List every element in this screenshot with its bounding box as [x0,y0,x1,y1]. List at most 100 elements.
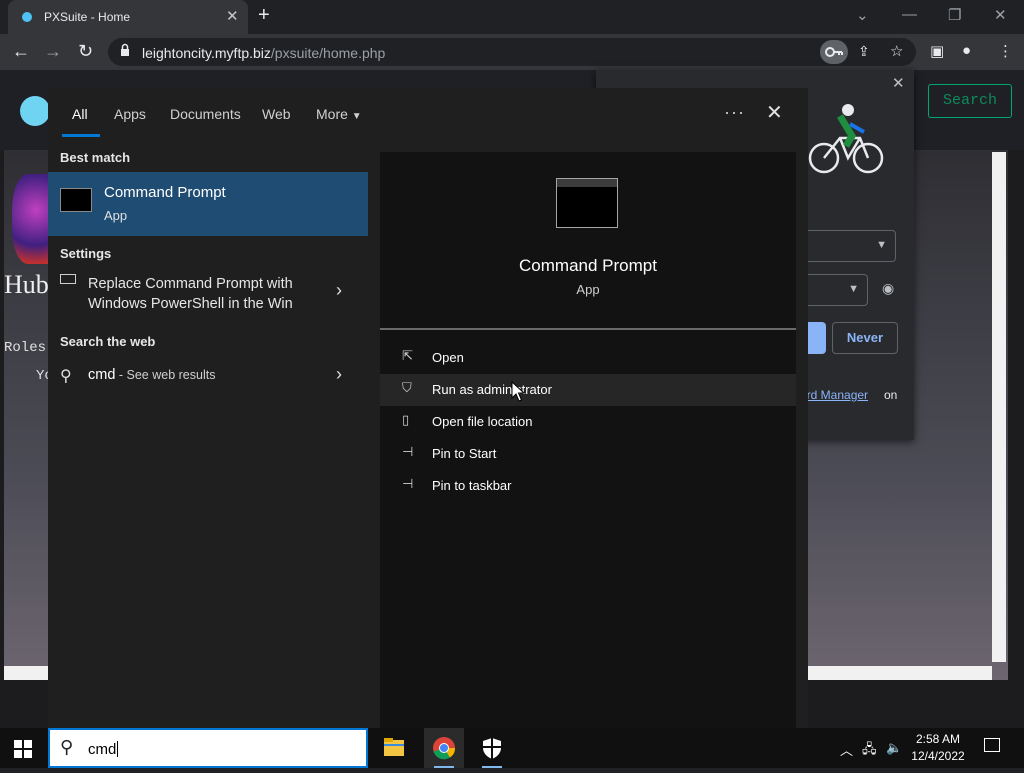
command-prompt-icon [60,188,92,212]
popup-on-text: on [884,388,898,402]
site-logo [20,96,50,126]
action-pin-to-start[interactable]: ⊣ Pin to Start [380,438,796,470]
search-close-icon[interactable]: ✕ [766,100,783,125]
network-icon[interactable]: 🖧 [862,740,877,762]
page-hub-heading: Hub [4,270,49,299]
detail-title: Command Prompt [519,256,657,275]
notification-center-icon[interactable] [984,738,1000,752]
password-manager-link[interactable]: ord Manager [800,388,868,402]
search-web-heading: Search the web [60,334,156,349]
mouse-cursor-icon [511,381,525,402]
search-icon: ⚲ [60,368,72,385]
pin-icon: ⊣ [402,444,414,459]
address-bar[interactable]: leightoncity.myftp.biz/pxsuite/home.php … [108,38,916,66]
side-panel-icon[interactable]: ▣ [930,42,944,60]
shield-icon: ⛉ [402,380,412,395]
browser-menu-icon[interactable]: ⋮ [998,42,1013,60]
browser-toolbar: ← → ↻ leightoncity.myftp.biz/pxsuite/hom… [0,34,1024,70]
file-explorer-icon[interactable] [374,728,414,768]
web-search-result[interactable]: ⚲ cmd - See web results › [48,360,368,392]
text-caret [117,741,119,757]
browser-tabstrip: PXSuite - Home ✕ + ⌄ — ❐ ✕ [0,0,1024,34]
best-match-title: Command Prompt [104,184,226,201]
tab-more-label: More [316,106,348,122]
search-results-list: Best match Command Prompt App Settings R… [48,140,368,728]
popup-close-icon[interactable]: ✕ [892,74,905,92]
windows-security-icon[interactable] [472,728,512,768]
more-options-icon[interactable]: ··· [724,102,745,123]
search-query: cmd [88,741,117,758]
action-label: Pin to taskbar [432,478,512,493]
page-vertical-scrollbar[interactable] [992,152,1006,662]
windows-search-panel: All Apps Documents Web More ▼ ··· ✕ Best… [48,88,808,728]
setting-item-label: Replace Command Prompt with Windows Powe… [88,276,293,312]
search-icon: ⚲ [60,737,74,757]
dropdown-arrow-icon: ▼ [848,283,859,295]
active-tab-indicator [62,134,100,137]
pin-icon: ⊣ [402,476,414,491]
tab-more[interactable]: More ▼ [316,106,362,122]
web-query-text: cmd - See web results [88,367,215,383]
action-label: Open file location [432,414,533,429]
open-icon: ⇱ [402,348,413,363]
tab-title: PXSuite - Home [44,10,131,24]
taskbar: ⚲ cmd ︿ 🖧 🔈 2:58 AM 12/4/2022 [0,728,1024,768]
best-match-heading: Best match [60,150,131,165]
action-open-file-location[interactable]: ▯ Open file location [380,406,796,438]
chevron-right-icon: › [336,280,342,300]
detail-subtitle: App [576,282,600,297]
volume-icon[interactable]: 🔈 [886,740,902,756]
clock-date[interactable]: 12/4/2022 [908,749,968,763]
tab-all[interactable]: All [72,106,88,122]
profile-avatar-icon[interactable]: ● [962,42,971,59]
display-settings-icon [60,274,76,284]
detail-divider [380,328,796,330]
tab-close-icon[interactable]: ✕ [226,7,239,25]
page-avatar-image [12,174,52,264]
search-detail-pane: Command Prompt App ⇱ Open ⛉ Run as admin… [380,152,796,728]
action-label: Pin to Start [432,446,497,461]
cyclist-illustration [808,104,884,174]
search-tabs: All Apps Documents Web More ▼ ··· ✕ [48,88,808,140]
chrome-icon[interactable] [424,728,464,768]
web-suffix: - See web results [115,368,216,382]
back-icon[interactable]: ← [12,41,30,62]
forward-icon[interactable]: → [44,41,62,62]
chevron-right-icon: › [336,364,342,384]
action-pin-to-taskbar[interactable]: ⊣ Pin to taskbar [380,470,796,502]
url-path: /pxsuite/home.php [270,45,386,61]
best-match-command-prompt[interactable]: Command Prompt App [48,172,368,236]
command-prompt-large-icon [556,178,618,228]
bookmark-star-icon[interactable]: ☆ [890,42,903,60]
page-search-button[interactable]: Search [928,84,1012,118]
new-tab-icon[interactable]: + [258,4,270,27]
url-text: leightoncity.myftp.biz/pxsuite/home.php [142,45,385,61]
window-close-icon[interactable]: ✕ [994,6,1007,24]
show-password-eye-icon[interactable]: ◉ [882,280,894,297]
action-run-as-administrator[interactable]: ⛉ Run as administrator [380,374,796,406]
setting-replace-powershell[interactable]: Replace Command Prompt with Windows Powe… [48,268,368,320]
settings-heading: Settings [60,246,112,261]
password-key-icon[interactable] [820,40,848,64]
reload-icon[interactable]: ↻ [78,41,93,62]
windows-start-icon[interactable] [14,740,32,758]
clock-time[interactable]: 2:58 AM [908,732,968,746]
page-roles-text: Roles [4,340,47,356]
action-label: Open [432,350,464,365]
tab-documents[interactable]: Documents [170,106,241,122]
file-location-icon: ▯ [402,412,410,427]
taskbar-search-input[interactable]: ⚲ cmd [48,728,368,768]
web-query: cmd [88,367,116,383]
chevron-up-icon[interactable]: ︿ [840,740,853,759]
tab-web[interactable]: Web [262,106,291,122]
tab-search-icon[interactable]: ⌄ [856,6,869,24]
browser-tab[interactable]: PXSuite - Home ✕ [8,0,248,34]
restore-icon[interactable]: ❐ [948,6,961,24]
url-host: leightoncity.myftp.biz [142,45,271,61]
action-open[interactable]: ⇱ Open [380,342,796,374]
lock-icon [121,43,129,56]
tab-apps[interactable]: Apps [114,106,146,122]
never-button[interactable]: Never [832,322,898,354]
minimize-icon[interactable]: — [902,6,917,23]
share-icon[interactable]: ⇪ [858,43,870,60]
